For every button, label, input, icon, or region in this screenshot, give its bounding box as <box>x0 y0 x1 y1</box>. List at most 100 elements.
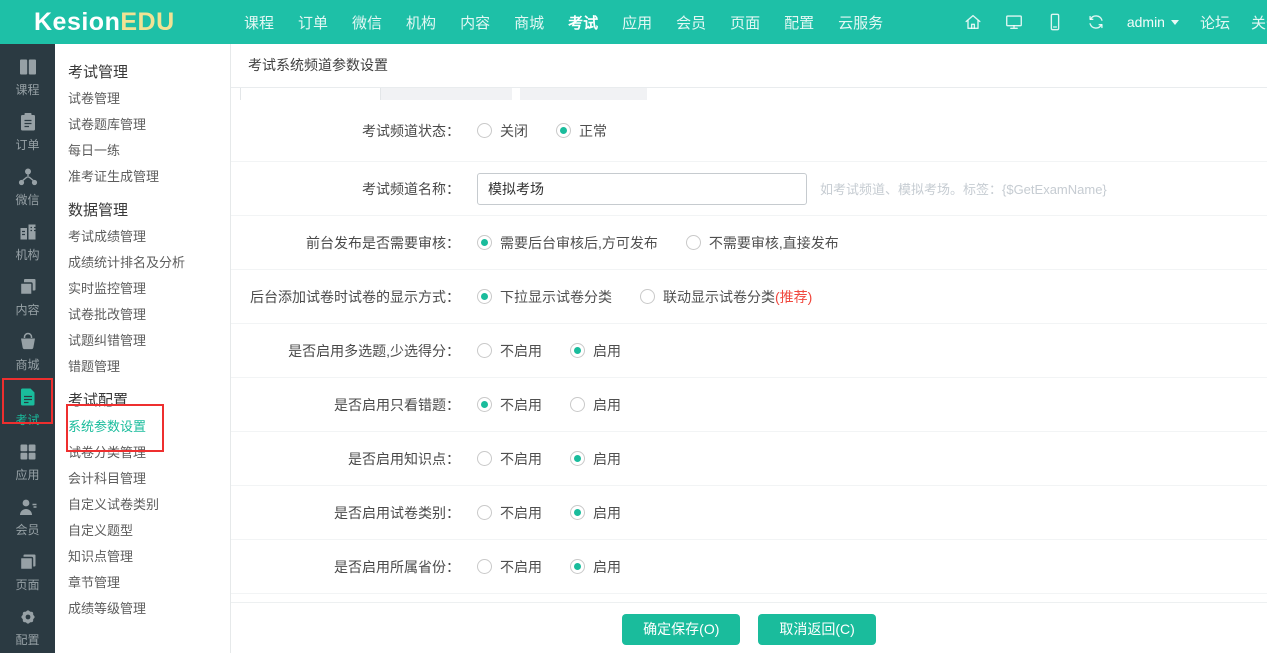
cancel-button[interactable]: 取消返回(C) <box>758 614 875 645</box>
nav-item-课程[interactable]: 课程 <box>244 12 274 33</box>
radio-option[interactable]: 不启用 <box>477 395 542 415</box>
radio-selected-icon[interactable] <box>477 235 492 250</box>
app-logo[interactable]: KesionEDU <box>34 0 175 44</box>
nav-item-配置[interactable]: 配置 <box>784 12 814 33</box>
radio-option[interactable]: 不启用 <box>477 449 542 469</box>
sidebar-item-内容[interactable]: 内容 <box>0 269 55 324</box>
tab-3[interactable] <box>520 88 647 100</box>
menu-item-成绩等级管理[interactable]: 成绩等级管理 <box>68 596 230 622</box>
menu-item-会计科目管理[interactable]: 会计科目管理 <box>68 466 230 492</box>
radio-option[interactable]: 启用 <box>570 557 621 577</box>
menu-item-每日一练[interactable]: 每日一练 <box>68 138 230 164</box>
radio-selected-icon[interactable] <box>570 559 585 574</box>
tab-2[interactable] <box>381 88 512 100</box>
nav-item-机构[interactable]: 机构 <box>406 12 436 33</box>
radio-option[interactable]: 不启用 <box>477 557 542 577</box>
nav-item-云服务[interactable]: 云服务 <box>838 12 883 33</box>
sidebar-item-label: 页面 <box>15 576 39 593</box>
form-row-control: 不启用 启用 <box>477 341 649 361</box>
menu-item-自定义试卷类别[interactable]: 自定义试卷类别 <box>68 492 230 518</box>
radio-option[interactable]: 关闭 <box>477 121 528 141</box>
radio-option-label: 需要后台审核后,方可发布 <box>500 233 658 253</box>
radio-unselected-icon[interactable] <box>477 559 492 574</box>
radio-unselected-icon[interactable] <box>570 397 585 412</box>
nav-item-微信[interactable]: 微信 <box>352 12 382 33</box>
secondary-menu: 考试管理试卷管理试卷题库管理每日一练准考证生成管理数据管理考试成绩管理成绩统计排… <box>55 44 231 653</box>
sidebar-item-订单[interactable]: 订单 <box>0 104 55 159</box>
desktop-icon[interactable] <box>1004 12 1024 32</box>
menu-item-实时监控管理[interactable]: 实时监控管理 <box>68 276 230 302</box>
radio-option[interactable]: 不启用 <box>477 341 542 361</box>
nav-item-商城[interactable]: 商城 <box>514 12 544 33</box>
radio-option[interactable]: 联动显示试卷分类(推荐) <box>640 287 812 307</box>
nav-item-订单[interactable]: 订单 <box>298 12 328 33</box>
home-icon[interactable] <box>963 12 983 32</box>
radio-option[interactable]: 不需要审核,直接发布 <box>686 233 839 253</box>
menu-item-自定义题型[interactable]: 自定义题型 <box>68 518 230 544</box>
radio-unselected-icon[interactable] <box>686 235 701 250</box>
menu-item-试卷批改管理[interactable]: 试卷批改管理 <box>68 302 230 328</box>
refresh-icon[interactable] <box>1086 12 1106 32</box>
form-row: 是否启用知识点：不启用启用 <box>231 432 1267 486</box>
radio-option[interactable]: 正常 <box>556 121 607 141</box>
sidebar-item-配置[interactable]: 配置 <box>0 599 55 653</box>
menu-item-知识点管理[interactable]: 知识点管理 <box>68 544 230 570</box>
menu-item-准考证生成管理[interactable]: 准考证生成管理 <box>68 164 230 190</box>
nav-item-会员[interactable]: 会员 <box>676 12 706 33</box>
sidebar-item-考试[interactable]: 考试 <box>0 379 55 434</box>
channel-name-input[interactable] <box>477 173 807 205</box>
menu-item-试卷题库管理[interactable]: 试卷题库管理 <box>68 112 230 138</box>
radio-unselected-icon[interactable] <box>477 451 492 466</box>
nav-item-应用[interactable]: 应用 <box>622 12 652 33</box>
mobile-icon[interactable] <box>1045 12 1065 32</box>
radio-unselected-icon[interactable] <box>477 343 492 358</box>
user-menu[interactable]: admin <box>1127 14 1179 30</box>
nav-item-考试[interactable]: 考试 <box>568 12 598 33</box>
sidebar-item-页面[interactable]: 页面 <box>0 544 55 599</box>
menu-item-试题纠错管理[interactable]: 试题纠错管理 <box>68 328 230 354</box>
radio-selected-icon[interactable] <box>570 451 585 466</box>
menu-item-试卷分类管理[interactable]: 试卷分类管理 <box>68 440 230 466</box>
sidebar-item-机构[interactable]: 机构 <box>0 214 55 269</box>
radio-unselected-icon[interactable] <box>640 289 655 304</box>
tab-1[interactable] <box>240 88 381 100</box>
save-button[interactable]: 确定保存(O) <box>622 614 740 645</box>
forum-link[interactable]: 论坛 <box>1200 12 1230 33</box>
menu-item-试卷管理[interactable]: 试卷管理 <box>68 86 230 112</box>
radio-option-label: 联动显示试卷分类 <box>663 287 775 307</box>
radio-selected-icon[interactable] <box>556 123 571 138</box>
about-link[interactable]: 关于 <box>1251 12 1267 33</box>
radio-option[interactable]: 下拉显示试卷分类 <box>477 287 612 307</box>
nav-item-内容[interactable]: 内容 <box>460 12 490 33</box>
menu-item-章节管理[interactable]: 章节管理 <box>68 570 230 596</box>
sidebar-item-应用[interactable]: 应用 <box>0 434 55 489</box>
sidebar-item-微信[interactable]: 微信 <box>0 159 55 214</box>
radio-option[interactable]: 启用 <box>570 395 621 415</box>
nav-item-页面[interactable]: 页面 <box>730 12 760 33</box>
form-row: 考试频道状态：关闭正常 <box>231 100 1267 162</box>
radio-selected-icon[interactable] <box>477 289 492 304</box>
menu-section-header: 考试管理 <box>68 60 230 86</box>
radio-selected-icon[interactable] <box>477 397 492 412</box>
radio-option-label: 启用 <box>593 449 621 469</box>
radio-option[interactable]: 启用 <box>570 503 621 523</box>
sidebar-item-会员[interactable]: 会员 <box>0 489 55 544</box>
sidebar-item-课程[interactable]: 课程 <box>0 49 55 104</box>
topbar: KesionEDU 课程 订单 微信 机构 内容 商城 考试 应用 会员 页面 配置 云服务 admi… <box>0 0 1267 44</box>
form-row-label: 是否启用试卷类别： <box>231 503 460 523</box>
radio-option[interactable]: 启用 <box>570 341 621 361</box>
radio-selected-icon[interactable] <box>570 505 585 520</box>
form-row: 考试频道名称：如考试频道、模拟考场。标签：{$GetExamName} <box>231 162 1267 216</box>
radio-option[interactable]: 需要后台审核后,方可发布 <box>477 233 658 253</box>
radio-option[interactable]: 不启用 <box>477 503 542 523</box>
menu-item-考试成绩管理[interactable]: 考试成绩管理 <box>68 224 230 250</box>
radio-unselected-icon[interactable] <box>477 123 492 138</box>
menu-item-成绩统计排名及分析[interactable]: 成绩统计排名及分析 <box>68 250 230 276</box>
menu-item-错题管理[interactable]: 错题管理 <box>68 354 230 380</box>
radio-option[interactable]: 启用 <box>570 449 621 469</box>
radio-selected-icon[interactable] <box>570 343 585 358</box>
menu-item-系统参数设置[interactable]: 系统参数设置 <box>68 414 230 440</box>
sidebar-item-商城[interactable]: 商城 <box>0 324 55 379</box>
primary-sidebar: 课程订单微信机构内容商城考试应用会员页面配置 <box>0 44 55 653</box>
radio-unselected-icon[interactable] <box>477 505 492 520</box>
